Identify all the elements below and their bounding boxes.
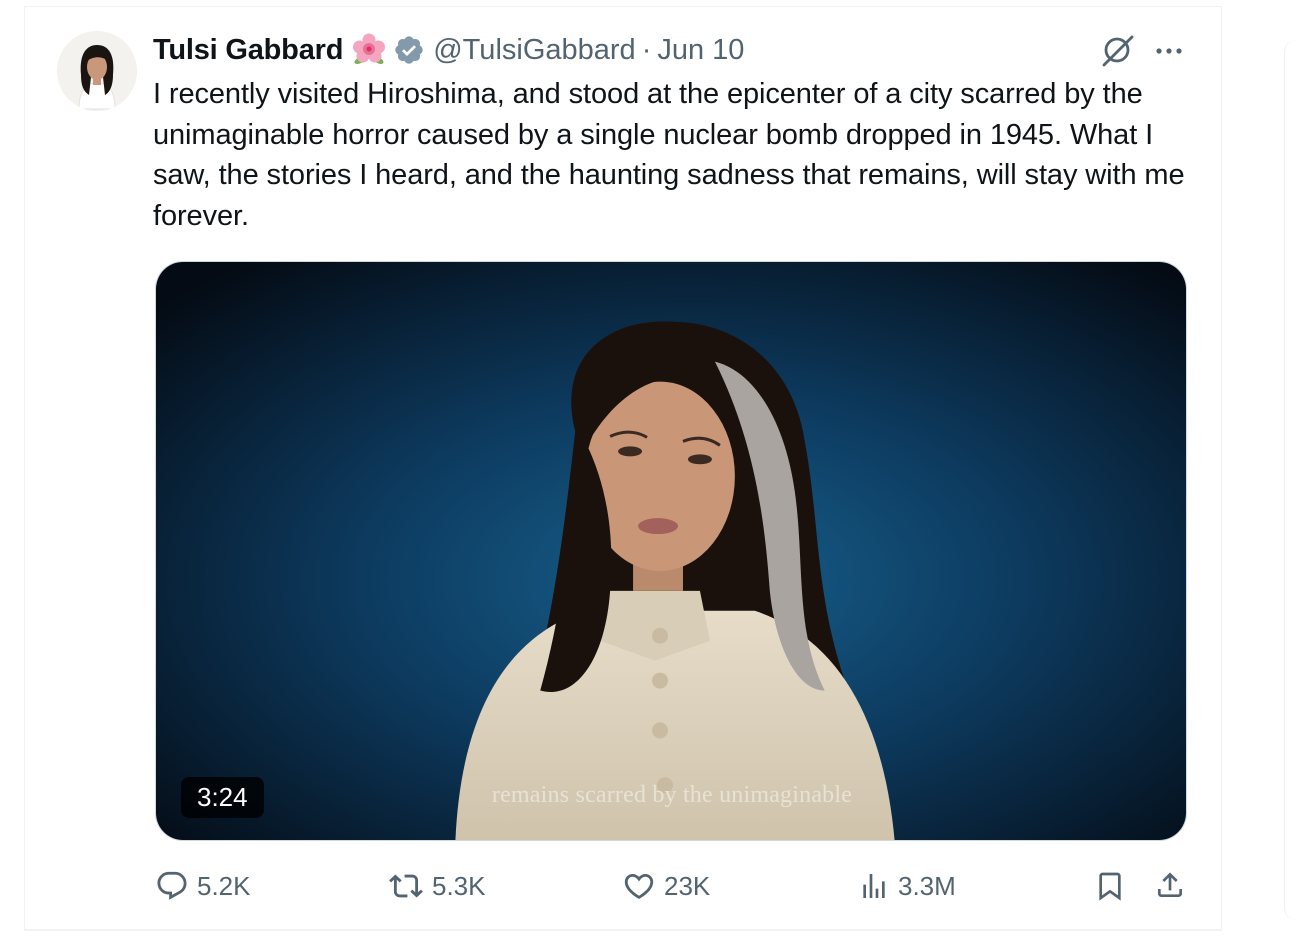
views-button[interactable]: 3.3M bbox=[858, 869, 956, 903]
bookmark-button[interactable] bbox=[1094, 869, 1134, 903]
separator-dot: · bbox=[641, 33, 652, 66]
share-button[interactable] bbox=[1154, 867, 1194, 903]
reply-count: 5.2K bbox=[197, 870, 251, 901]
views-icon bbox=[863, 874, 885, 898]
video-player[interactable]: 3:24 remains scarred by the unimaginable bbox=[155, 261, 1187, 841]
divider bbox=[24, 929, 1222, 931]
share-icon bbox=[1158, 872, 1182, 897]
avatar-photo bbox=[57, 31, 137, 111]
handle[interactable]: @TulsiGabbard bbox=[433, 34, 635, 67]
tweet-text: I recently visited Hiroshima, and stood … bbox=[153, 78, 1185, 232]
display-name[interactable]: Tulsi Gabbard bbox=[153, 34, 343, 67]
avatar[interactable] bbox=[57, 31, 137, 111]
more-icon[interactable] bbox=[1152, 34, 1188, 66]
views-count: 3.3M bbox=[898, 870, 956, 901]
reply-icon bbox=[157, 871, 187, 900]
video-frame bbox=[156, 262, 1186, 840]
reply-button[interactable]: 5.2K bbox=[155, 869, 251, 903]
bookmark-icon bbox=[1099, 872, 1121, 901]
verified-icon[interactable] bbox=[393, 34, 425, 66]
like-count: 23K bbox=[664, 870, 711, 901]
sidebar-edge bbox=[1284, 40, 1296, 920]
tweet-header: Tulsi Gabbard @TulsiGabbard · Jun 10 bbox=[153, 30, 744, 70]
grok-icon[interactable] bbox=[1099, 32, 1135, 68]
hibiscus-emoji-icon bbox=[351, 32, 387, 68]
repost-icon bbox=[389, 874, 423, 898]
repost-button[interactable]: 5.3K bbox=[388, 869, 486, 903]
video-caption: remains scarred by the unimaginable bbox=[491, 782, 853, 808]
repost-count: 5.3K bbox=[432, 870, 486, 901]
tweet-date[interactable]: Jun 10 bbox=[657, 34, 744, 67]
action-bar: 5.2K 5.3K 23K 3.3M bbox=[0, 866, 1296, 910]
like-icon bbox=[624, 873, 654, 899]
like-button[interactable]: 23K bbox=[622, 869, 710, 903]
